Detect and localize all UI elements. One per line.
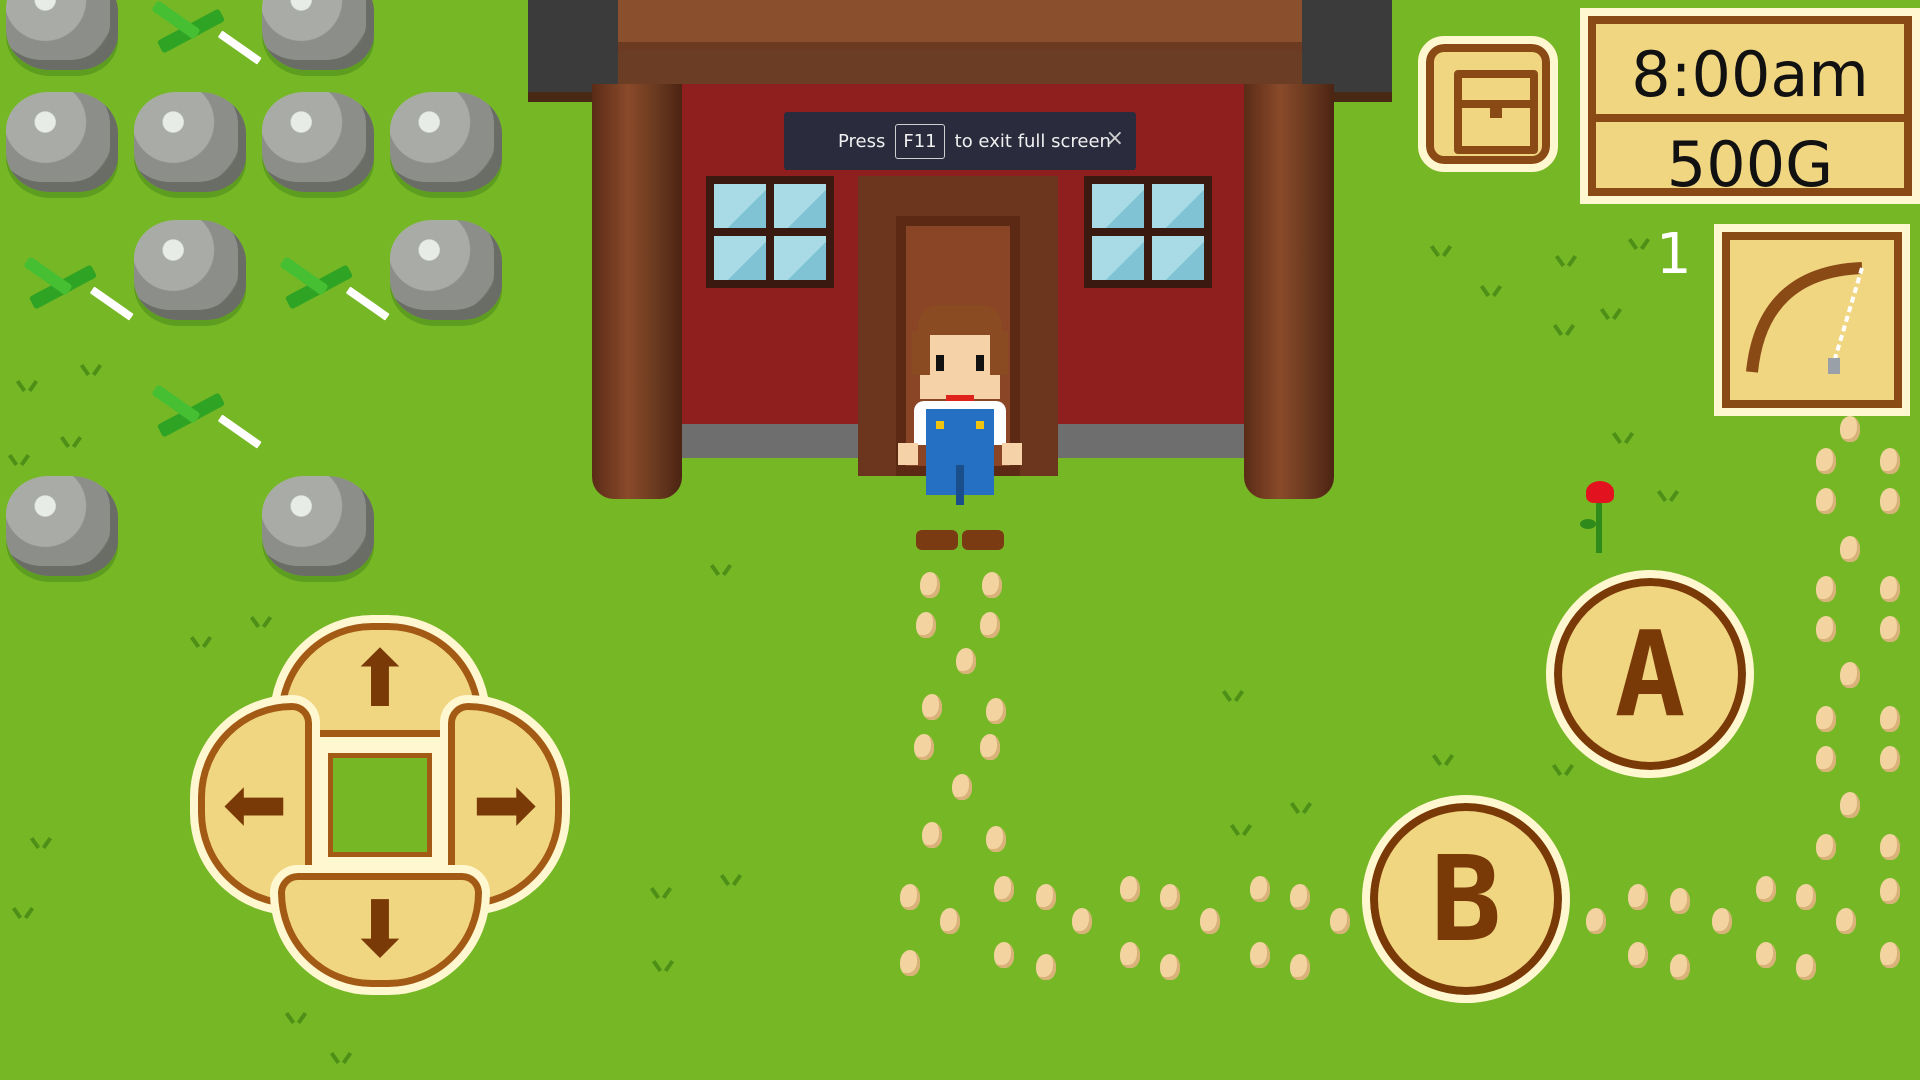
barn-pillar-right [1244, 84, 1334, 499]
fullscreen-toast: Press F11 to exit full screen × [784, 112, 1136, 170]
barn-window-right [1084, 176, 1212, 288]
barn-window-left [706, 176, 834, 288]
inventory-chest-button[interactable] [1418, 36, 1558, 172]
dpad: ⬆ ⬅ ➡ ⬇ [190, 615, 570, 995]
panel-divider [1588, 114, 1912, 122]
equipped-tool-slot[interactable] [1714, 224, 1910, 416]
toast-key: F11 [895, 123, 945, 159]
close-icon[interactable]: × [1106, 126, 1124, 151]
farmer-character [890, 305, 1030, 555]
arrow-up-icon: ⬆ [347, 635, 413, 725]
arrow-right-icon: ➡ [472, 760, 538, 850]
b-button[interactable]: B [1362, 795, 1570, 1003]
dpad-down-button[interactable]: ⬇ [270, 865, 490, 995]
toast-prefix: Press [838, 130, 886, 152]
time-display: 8:00am [1631, 38, 1869, 111]
time-gold-panel: 8:00am 500G [1580, 8, 1920, 204]
barn-roof-trim [618, 0, 1302, 50]
chest-icon [1454, 70, 1538, 154]
tool-count: 1 [1656, 222, 1692, 287]
a-button[interactable]: A [1546, 570, 1754, 778]
arrow-down-icon: ⬇ [347, 885, 413, 975]
toast-suffix: to exit full screen [954, 130, 1111, 152]
dpad-center [320, 745, 440, 865]
fishing-rod-icon [1746, 262, 1864, 374]
red-flower [1580, 475, 1620, 555]
gold-display: 500G [1666, 128, 1834, 201]
barn-pillar-left [592, 84, 682, 499]
arrow-left-icon: ⬅ [222, 760, 288, 850]
